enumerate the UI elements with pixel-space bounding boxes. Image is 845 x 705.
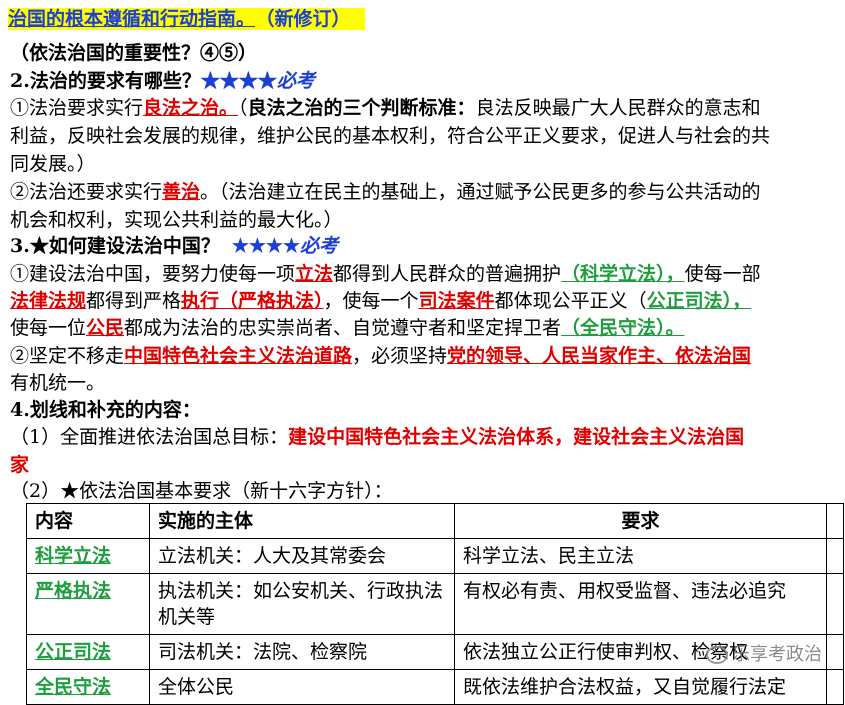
requirements-table: 内容 实施的主体 要求 科学立法 立法机关：人大及其常委会 科学立法、民主立法 … [26,503,844,705]
key-term: 党的领导、人民当家作主、依法治国 [447,345,752,367]
text: ②法治还要求实行 [10,181,163,203]
table-header: 实施的主体 [149,503,455,539]
criteria-label: 良法之治的三个判断标准： [247,97,476,119]
text: 使每一部 [684,263,761,285]
text: ①建设法治中国，要努力使每一项 [10,263,296,285]
table-cell: 立法机关：人大及其常委会 [149,538,455,574]
paragraph-2-line-1: ②法治还要求实行善治。（法治建立在民主的基础上，通过赋予公民更多的参与公共活动的 [10,179,761,205]
table-header: 内容 [26,503,150,539]
stars-icon: ★★★★ [231,235,300,257]
principle-term: （全民守法）。 [561,317,685,339]
table-cell: 全民守法 [26,669,150,705]
table-row: 全民守法 全体公民 既依法维护合法权益，又自觉履行法定 [26,669,844,705]
text: ②坚定不移走 [10,345,125,367]
text: ①法治要求实行 [10,97,144,119]
paragraph-3-line-3: 使每一位公民都成为法治的忠实崇尚者、自觉遵守者和坚定捍卫者（全民守法）。 [10,315,685,341]
text: ，必须坚持 [352,345,448,367]
paragraph-1-line-3: 同发展。） [10,153,96,175]
must-test-label: 必考 [276,70,315,92]
watermark: 乐享考政治 [706,640,822,666]
table-cell: 科学立法 [26,538,150,574]
principle-term: 公正司法 [35,641,112,663]
paragraph-3-line-2: 法律法规都得到严格执行（严格执法），使每一个司法案件都体现公平正义（公正司法）， [10,288,751,314]
wechat-icon [706,646,728,664]
key-term: 立法 [295,263,334,285]
paragraph-5-line-2: 家 [10,452,29,478]
principle-term: 公正司法）， [646,290,752,312]
table-cell: 有权必有责、用权受监督、违法必追究 [454,573,827,635]
text: 良法反映最广大人民群众的意志和 [475,97,761,119]
question-3: 3.★如何建设法治中国？ ★★★★必考 [10,233,338,259]
stars-icon: ★★★★ [200,70,277,92]
must-test-label: 必考 [299,235,338,257]
table-cell [826,634,844,670]
table-cell [826,573,844,635]
table-cell: 公正司法 [26,634,150,670]
key-term: 司法案件 [418,290,495,312]
key-term: 家 [10,454,30,476]
question-3-heading: 3.★如何建设法治中国？ [10,235,220,257]
principle-term: 严格执法 [35,580,112,602]
key-term: 中国特色社会主义法治道路 [124,345,353,367]
table-cell: 司法机关：法院、检察院 [149,634,455,670]
question-1: （依法治国的重要性？④⑤） [10,42,258,64]
paragraph-6: （2）★依法治国基本要求（新十六字方针）： [10,480,393,502]
table-cell: 科学立法、民主立法 [454,538,827,574]
paragraph-5-line-1: （1）全面推进依法治国总目标：建设中国特色社会主义法治体系，建设社会主义法治国 [10,424,744,450]
key-term: 公民 [86,317,125,339]
watermark-text: 乐享考政治 [732,644,822,665]
table-cell [826,669,844,705]
table-cell: 执法机关：如公安机关、行政执法机关等 [149,573,455,635]
table-header: 要求 [454,503,827,539]
key-term: 良法之治。 [143,97,239,119]
table-row: 科学立法 立法机关：人大及其常委会 科学立法、民主立法 [26,538,844,574]
text: （ [238,97,248,119]
text: 都得到严格 [86,290,182,312]
paragraph-1-line-1: ①法治要求实行良法之治。（良法之治的三个判断标准：良法反映最广大人民群众的意志和 [10,95,761,121]
text: 。（法治建立在民主的基础上，通过赋予公民更多的参与公共活动的 [200,181,761,203]
paragraph-3-line-1: ①建设法治中国，要努力使每一项立法都得到人民群众的普遍拥护（科学立法），使每一部 [10,261,761,287]
text: 使每一位 [10,317,87,339]
key-term: 建设中国特色社会主义法治体系，建设社会主义法治国 [288,426,745,448]
principle-term: 科学立法 [35,545,112,567]
text: （1）全面推进依法治国总目标： [10,426,289,448]
table-cell [826,538,844,574]
table-cell: 全体公民 [149,669,455,705]
table-cell: 既依法维护合法权益，又自觉履行法定 [454,669,827,705]
key-term: 执行（严格执法） [181,290,324,312]
title-main: 治国的根本遵循和行动指南。 [8,8,256,30]
text: 都成为法治的忠实崇尚者、自觉遵守者和坚定捍卫者 [124,317,562,339]
principle-term: （科学立法）， [561,263,685,285]
principle-term: 全民守法 [35,676,112,698]
table-header-row: 内容 实施的主体 要求 [26,503,844,539]
key-term: 善治 [162,181,201,203]
table-row: 严格执法 执法机关：如公安机关、行政执法机关等 有权必有责、用权受监督、违法必追… [26,573,844,635]
title-tag: （新修订） [255,8,365,30]
text: 都得到人民群众的普遍拥护 [333,263,562,285]
text: 都体现公平正义（ [494,290,647,312]
key-term: 法律法规 [10,290,87,312]
question-4: 4.划线和补充的内容： [10,399,201,421]
table-header-empty [826,503,844,539]
paragraph-4-line-2: 有机统一。 [10,372,106,394]
paragraph-1-line-2: 利益，反映社会发展的规律，维护公民的基本权利，符合公平正义要求，促进人与社会的共 [10,125,771,147]
title-line: 治国的根本遵循和行动指南。 （新修订） [8,6,365,32]
paragraph-2-line-2: 机会和权利，实现公共利益的最大化。） [10,209,343,231]
paragraph-4-line-1: ②坚定不移走中国特色社会主义法治道路，必须坚持党的领导、人民当家作主、依法治国 [10,343,751,369]
question-2-heading: 2.法治的要求有哪些？ [10,70,201,92]
table-cell: 严格执法 [26,573,150,635]
question-2: 2.法治的要求有哪些？★★★★必考 [10,68,315,94]
text: ，使每一个 [323,290,419,312]
